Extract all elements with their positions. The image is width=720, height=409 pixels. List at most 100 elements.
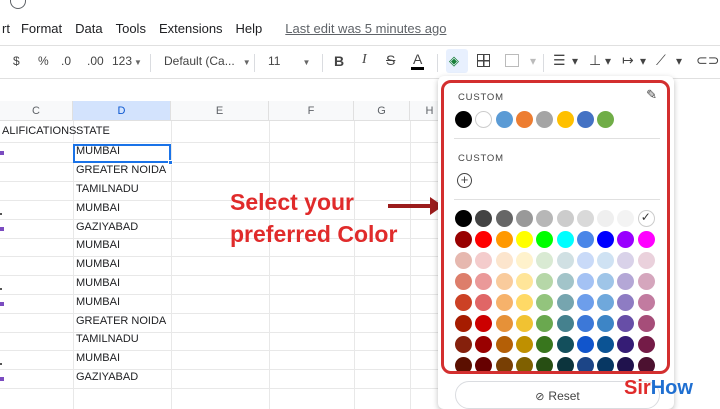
color-swatch[interactable] bbox=[475, 357, 493, 371]
color-swatch[interactable] bbox=[617, 273, 635, 290]
state-cell[interactable]: TAMILNADU bbox=[76, 183, 139, 195]
pencil-icon[interactable]: ✎ bbox=[646, 87, 657, 103]
italic-button[interactable]: I bbox=[362, 52, 367, 68]
color-swatch[interactable] bbox=[556, 210, 574, 227]
color-swatch[interactable] bbox=[475, 273, 493, 290]
color-swatch[interactable] bbox=[597, 294, 615, 311]
color-swatch[interactable] bbox=[475, 315, 493, 332]
menu-tools[interactable]: Tools bbox=[116, 21, 146, 36]
color-swatch[interactable] bbox=[576, 357, 594, 371]
percent-button[interactable]: % bbox=[38, 54, 49, 68]
color-swatch[interactable] bbox=[576, 336, 594, 353]
color-swatch[interactable] bbox=[515, 210, 533, 227]
color-swatch[interactable] bbox=[495, 357, 513, 371]
number-format-dropdown[interactable]: 123 ▼ bbox=[112, 54, 142, 68]
color-swatch[interactable] bbox=[556, 294, 574, 311]
color-swatch[interactable] bbox=[597, 231, 615, 248]
font-size-dropdown[interactable]: 11 ▼ bbox=[268, 54, 310, 68]
color-swatch[interactable] bbox=[455, 231, 472, 248]
color-swatch[interactable] bbox=[455, 336, 472, 353]
color-swatch[interactable] bbox=[495, 252, 513, 269]
color-swatch[interactable] bbox=[597, 357, 615, 371]
color-swatch[interactable] bbox=[536, 336, 554, 353]
color-swatch[interactable] bbox=[617, 357, 635, 371]
color-swatch[interactable] bbox=[617, 210, 635, 227]
color-swatch[interactable] bbox=[495, 336, 513, 353]
color-swatch[interactable] bbox=[455, 357, 472, 371]
color-swatch[interactable] bbox=[536, 273, 554, 290]
color-swatch[interactable] bbox=[576, 231, 594, 248]
color-swatch[interactable] bbox=[475, 252, 493, 269]
color-swatch[interactable] bbox=[515, 315, 533, 332]
color-swatch[interactable] bbox=[617, 294, 635, 311]
color-swatch[interactable] bbox=[536, 231, 554, 248]
custom-color-swatch[interactable] bbox=[536, 111, 554, 128]
color-swatch[interactable] bbox=[556, 252, 574, 269]
color-swatch[interactable] bbox=[495, 315, 513, 332]
add-custom-color-icon[interactable]: + bbox=[457, 173, 472, 188]
vertical-align-icon[interactable]: ⊥ bbox=[589, 52, 601, 69]
menu-format[interactable]: Format bbox=[21, 21, 62, 36]
menu-help[interactable]: Help bbox=[236, 21, 263, 36]
color-swatch[interactable] bbox=[536, 252, 554, 269]
bold-button[interactable]: B bbox=[334, 53, 344, 69]
header-cell-qualifications[interactable]: ALIFICATIONS bbox=[2, 125, 76, 137]
color-swatch[interactable] bbox=[536, 210, 554, 227]
color-swatch[interactable] bbox=[495, 273, 513, 290]
color-swatch[interactable] bbox=[576, 315, 594, 332]
column-header-f[interactable]: F bbox=[269, 101, 354, 121]
column-header-g[interactable]: G bbox=[354, 101, 410, 121]
color-swatch[interactable] bbox=[617, 252, 635, 269]
color-swatch[interactable] bbox=[576, 252, 594, 269]
state-cell[interactable]: GREATER NOIDA bbox=[76, 164, 166, 176]
color-swatch[interactable] bbox=[637, 252, 655, 269]
color-swatch[interactable] bbox=[597, 210, 615, 227]
custom-color-swatch[interactable] bbox=[455, 111, 472, 128]
color-swatch[interactable] bbox=[515, 273, 533, 290]
custom-color-swatch[interactable] bbox=[597, 111, 615, 128]
color-swatch[interactable] bbox=[475, 336, 493, 353]
color-swatch[interactable] bbox=[515, 294, 533, 311]
color-swatch[interactable] bbox=[495, 294, 513, 311]
text-color-button[interactable]: A bbox=[411, 51, 425, 70]
menu-extensions[interactable]: Extensions bbox=[159, 21, 223, 36]
color-swatch[interactable] bbox=[536, 357, 554, 371]
color-swatch[interactable] bbox=[576, 294, 594, 311]
color-swatch[interactable] bbox=[515, 252, 533, 269]
color-swatch[interactable] bbox=[536, 294, 554, 311]
color-swatch[interactable] bbox=[475, 210, 493, 227]
color-swatch[interactable] bbox=[455, 294, 472, 311]
color-swatch[interactable] bbox=[556, 315, 574, 332]
color-swatch[interactable] bbox=[536, 315, 554, 332]
menu-data[interactable]: Data bbox=[75, 21, 102, 36]
color-swatch[interactable] bbox=[576, 210, 594, 227]
color-swatch[interactable] bbox=[455, 252, 472, 269]
align-left-icon[interactable]: ☰ bbox=[553, 52, 566, 69]
color-swatch[interactable] bbox=[617, 231, 635, 248]
color-swatch[interactable] bbox=[556, 273, 574, 290]
text-wrap-icon[interactable]: ↦ bbox=[622, 52, 634, 69]
custom-color-swatch[interactable] bbox=[576, 111, 594, 128]
color-swatch[interactable] bbox=[597, 252, 615, 269]
color-swatch[interactable] bbox=[637, 231, 655, 248]
state-cell[interactable]: MUMBAI bbox=[76, 352, 120, 364]
color-swatch[interactable] bbox=[556, 231, 574, 248]
color-swatch[interactable] bbox=[556, 336, 574, 353]
column-header-e[interactable]: E bbox=[171, 101, 269, 121]
color-swatch[interactable] bbox=[515, 357, 533, 371]
fill-handle[interactable] bbox=[168, 160, 173, 165]
color-swatch[interactable] bbox=[617, 315, 635, 332]
state-cell[interactable]: GAZIYABAD bbox=[76, 371, 138, 383]
state-cell[interactable]: MUMBAI bbox=[76, 296, 120, 308]
merge-cells-icon[interactable] bbox=[505, 54, 519, 67]
state-cell[interactable]: TAMILNADU bbox=[76, 333, 139, 345]
color-swatch[interactable] bbox=[475, 231, 493, 248]
last-edit-link[interactable]: Last edit was 5 minutes ago bbox=[285, 21, 446, 36]
borders-icon[interactable] bbox=[477, 54, 490, 67]
color-swatch[interactable] bbox=[597, 273, 615, 290]
custom-color-swatch[interactable] bbox=[495, 111, 513, 128]
color-swatch[interactable] bbox=[617, 336, 635, 353]
column-header-c[interactable]: C bbox=[0, 101, 73, 121]
header-cell-state[interactable]: STATE bbox=[76, 125, 110, 137]
state-cell[interactable]: MUMBAI bbox=[76, 277, 120, 289]
